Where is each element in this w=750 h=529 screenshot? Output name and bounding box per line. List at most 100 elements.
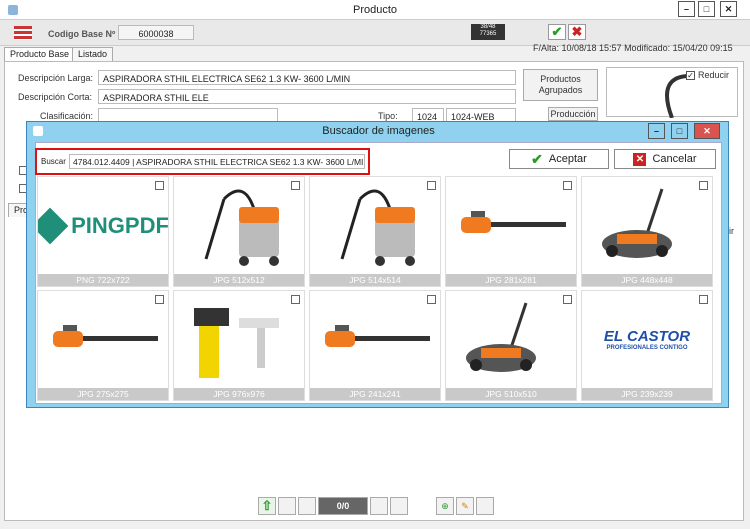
tipo-value-field[interactable]: 1024-WEB <box>446 108 516 122</box>
close-button[interactable]: ✕ <box>720 1 737 17</box>
image-card[interactable]: JPG 512x512 <box>173 176 305 287</box>
image-thumbnail[interactable] <box>174 291 304 388</box>
image-caption: JPG 448x448 <box>582 274 712 286</box>
side-tab-right: ir <box>729 226 734 236</box>
produccion-button[interactable]: Producción <box>548 107 598 121</box>
vacuum-image <box>320 179 430 273</box>
dialog-close-button[interactable]: ✕ <box>694 123 720 139</box>
select-checkbox[interactable] <box>563 181 572 190</box>
image-card[interactable]: JPG 514x514 <box>309 176 441 287</box>
hedge-trimmer-image <box>43 309 163 371</box>
image-card[interactable]: JPG 275x275 <box>37 290 169 401</box>
next-page-button[interactable] <box>370 497 388 515</box>
tipo-code-field[interactable]: 1024 <box>412 108 444 122</box>
first-page-button[interactable] <box>278 497 296 515</box>
select-checkbox[interactable] <box>155 295 164 304</box>
x-icon: ✕ <box>633 152 647 166</box>
image-card[interactable]: JPG 281x281 <box>445 176 577 287</box>
page-indicator: 0/0 <box>318 497 368 515</box>
grid-menu-icon[interactable] <box>14 26 32 40</box>
select-checkbox[interactable] <box>291 181 300 190</box>
aceptar-label: Aceptar <box>548 153 587 165</box>
window-titlebar: Producto – □ ✕ <box>0 0 750 20</box>
image-thumbnail[interactable] <box>38 291 168 388</box>
desc-corta-label: Descripción Corta: <box>18 92 93 102</box>
check-icon: ✔ <box>531 150 543 167</box>
tab-listado[interactable]: Listado <box>72 47 114 61</box>
record-counter: 38/48 77365 <box>471 24 505 40</box>
image-caption: JPG 514x514 <box>310 274 440 286</box>
image-caption: JPG 275x275 <box>38 388 168 400</box>
search-box: Buscar 4784.012.4409 | ASPIRADORA STHIL … <box>35 148 370 175</box>
image-thumbnail[interactable] <box>174 177 304 274</box>
select-checkbox[interactable] <box>563 295 572 304</box>
image-caption: JPG 512x512 <box>174 274 304 286</box>
cancelar-label: Cancelar <box>652 153 697 165</box>
select-checkbox[interactable] <box>155 181 164 190</box>
codigo-label: Codigo Base Nº <box>48 29 116 39</box>
image-search-dialog: Buscador de imagenes – □ ✕ Buscar 4784.0… <box>26 121 729 408</box>
edit-icon[interactable]: ✎ <box>456 497 474 515</box>
select-checkbox[interactable] <box>699 181 708 190</box>
reducir-checkbox[interactable]: ✓ Reducir <box>686 70 730 80</box>
image-card[interactable]: PINGPDF PNG 722x722 <box>37 176 169 287</box>
dialog-maximize-button[interactable]: □ <box>671 123 688 139</box>
logo-subtext: PROFESIONALES CONTIGO <box>606 345 688 351</box>
image-caption: PNG 722x722 <box>38 274 168 286</box>
image-caption: JPG 239x239 <box>582 388 712 400</box>
pager-bar: ⇧ 0/0 ⊕ ✎ <box>258 497 494 515</box>
codigo-field[interactable]: 6000038 <box>118 25 194 40</box>
prev-page-button[interactable] <box>298 497 316 515</box>
cancel-icon[interactable]: ✖ <box>568 24 586 40</box>
image-card[interactable]: JPG 976x976 <box>173 290 305 401</box>
logo-text: PINGPDF <box>71 212 168 238</box>
image-thumbnail[interactable] <box>446 177 576 274</box>
tipo-label: Tipo: <box>378 111 398 121</box>
image-thumbnail[interactable] <box>310 291 440 388</box>
desc-corta-field[interactable]: ASPIRADORA STHIL ELE <box>98 89 516 104</box>
image-card[interactable]: JPG 448x448 <box>581 176 713 287</box>
sweeper-image <box>592 179 702 273</box>
extra-button[interactable] <box>476 497 494 515</box>
select-checkbox[interactable] <box>427 181 436 190</box>
window-vac-image <box>179 293 299 387</box>
image-thumbnail[interactable]: PINGPDF <box>38 177 168 274</box>
dates-text: F/Alta: 10/08/18 15:57 Modificado: 15/04… <box>533 43 733 53</box>
image-thumbnail[interactable]: EL CASTOR PROFESIONALES CONTIGO <box>582 291 712 388</box>
image-thumbnail[interactable] <box>446 291 576 388</box>
image-card[interactable]: JPG 241x241 <box>309 290 441 401</box>
tab-producto-base[interactable]: Producto Base <box>4 47 76 61</box>
image-caption: JPG 281x281 <box>446 274 576 286</box>
add-image-icon[interactable]: ⊕ <box>436 497 454 515</box>
desc-larga-label: Descripción Larga: <box>18 73 94 83</box>
upload-icon[interactable]: ⇧ <box>258 497 276 515</box>
image-thumbnail[interactable] <box>310 177 440 274</box>
image-card[interactable]: JPG 510x510 <box>445 290 577 401</box>
select-checkbox[interactable] <box>427 295 436 304</box>
vacuum-image <box>184 179 294 273</box>
maximize-button[interactable]: □ <box>698 1 715 17</box>
image-caption: JPG 510x510 <box>446 388 576 400</box>
counter-top: 38/48 <box>480 24 496 30</box>
clasificacion-select[interactable] <box>98 108 278 122</box>
sweeper-image <box>456 293 566 387</box>
counter-bottom: 77365 <box>479 31 497 37</box>
select-checkbox[interactable] <box>699 295 708 304</box>
clasificacion-label: Clasificación: <box>40 111 94 121</box>
hedge-trimmer-image <box>451 195 571 257</box>
search-input[interactable]: 4784.012.4409 | ASPIRADORA STHIL ELECTRI… <box>69 154 365 169</box>
desc-larga-field[interactable]: ASPIRADORA STHIL ELECTRICA SE62 1.3 KW- … <box>98 70 516 85</box>
cancelar-button[interactable]: ✕ Cancelar <box>614 149 716 169</box>
window-title: Producto <box>352 4 398 16</box>
aceptar-button[interactable]: ✔ Aceptar <box>509 149 609 169</box>
productos-agrupados-button[interactable]: Productos Agrupados <box>523 69 598 101</box>
reducir-label: Reducir <box>698 70 730 80</box>
pingpdf-logo-icon <box>38 207 69 244</box>
confirm-icon[interactable]: ✔ <box>548 24 566 40</box>
minimize-button[interactable]: – <box>678 1 695 17</box>
select-checkbox[interactable] <box>291 295 300 304</box>
image-thumbnail[interactable] <box>582 177 712 274</box>
dialog-minimize-button[interactable]: – <box>648 123 665 139</box>
image-card[interactable]: EL CASTOR PROFESIONALES CONTIGO JPG 239x23… <box>581 290 713 401</box>
last-page-button[interactable] <box>390 497 408 515</box>
